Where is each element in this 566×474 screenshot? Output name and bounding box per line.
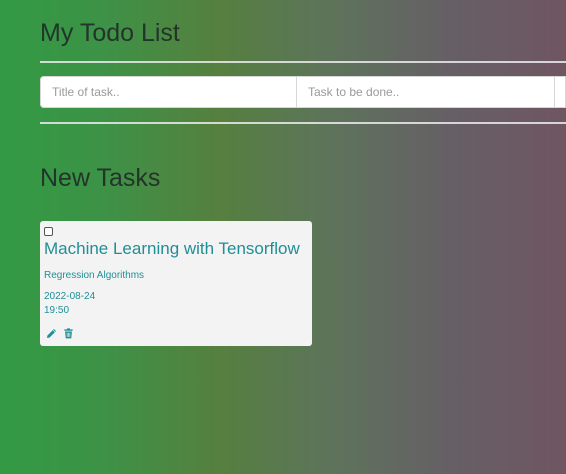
divider-bottom [40,122,566,124]
trash-icon[interactable] [62,327,74,339]
task-date-input[interactable] [555,76,566,108]
section-title-new-tasks: New Tasks [40,164,161,192]
pencil-icon[interactable] [45,327,57,339]
task-title-input[interactable] [40,76,297,108]
task-time: 19:50 [44,305,70,316]
task-description-input[interactable] [297,76,555,108]
page-title: My Todo List [40,19,180,47]
task-card: Machine Learning with Tensorflow Regress… [40,221,312,346]
add-task-form [40,76,566,108]
task-title: Machine Learning with Tensorflow [44,239,300,258]
task-date: 2022-08-24 [44,291,96,302]
divider-top [40,61,566,63]
task-description: Regression Algorithms [44,270,145,281]
task-actions [45,327,74,339]
task-complete-checkbox[interactable] [44,227,53,236]
